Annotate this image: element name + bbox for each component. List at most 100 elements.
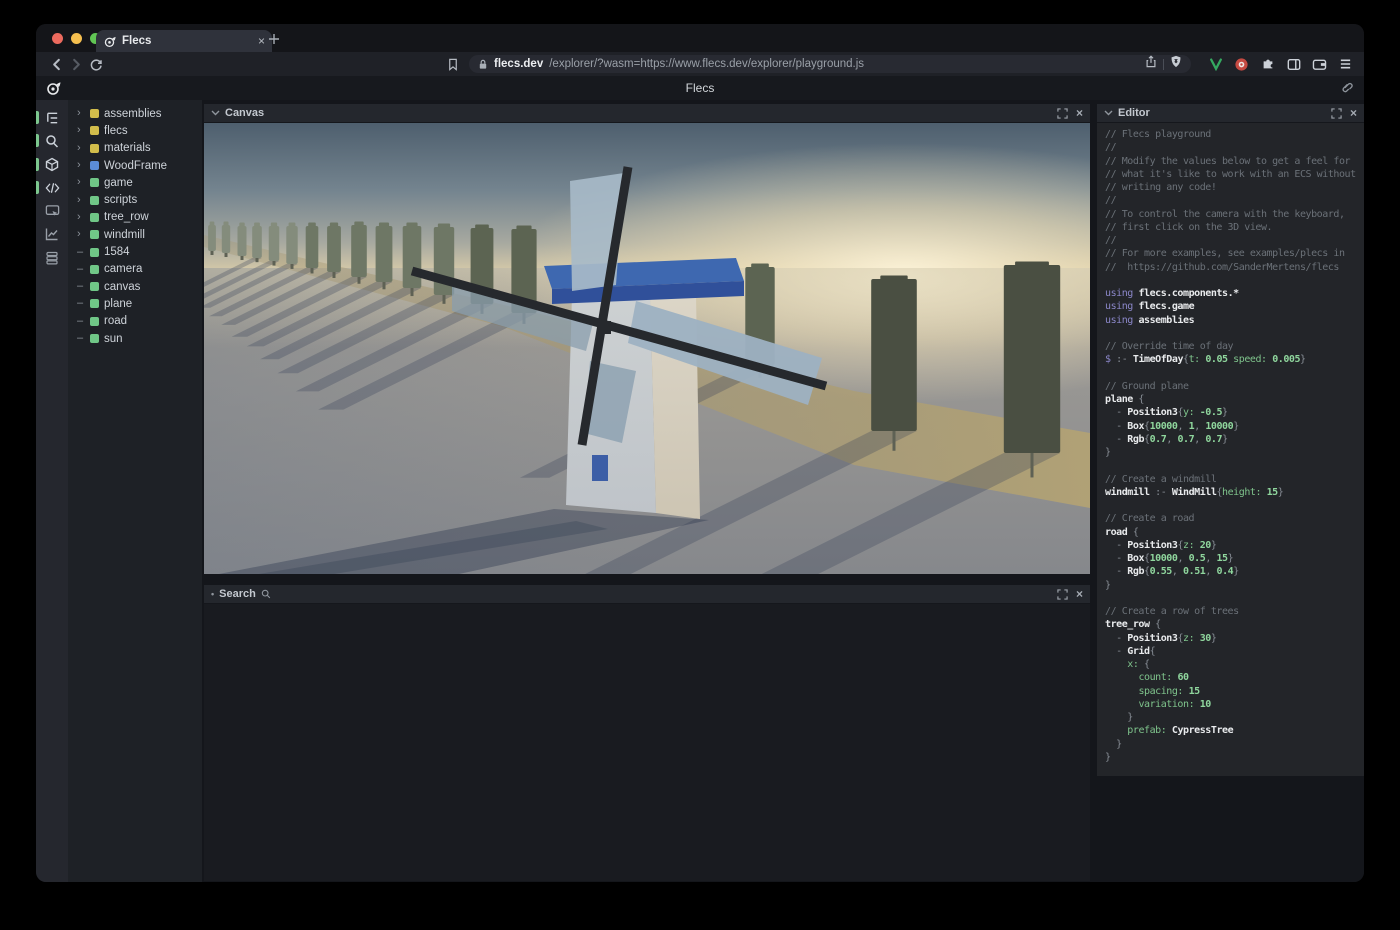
code-line: // writing any code! xyxy=(1105,181,1364,194)
leaf-dash-icon: – xyxy=(77,316,85,327)
sidebar-item-inspector[interactable] xyxy=(36,203,68,220)
leaf-dash-icon: – xyxy=(77,298,85,309)
tree-item-plane[interactable]: –plane xyxy=(68,295,202,312)
close-icon[interactable]: × xyxy=(1350,107,1357,119)
puzzle-icon xyxy=(1261,57,1275,71)
search-panel-title: Search xyxy=(219,588,256,600)
side-panel-button[interactable] xyxy=(1285,56,1302,73)
code-line: plane { xyxy=(1105,393,1364,406)
lock-icon xyxy=(478,59,488,70)
code-line: } xyxy=(1105,579,1364,592)
tab-strip: Flecs × xyxy=(36,24,1364,52)
sidebar-item-statistics[interactable] xyxy=(36,226,68,243)
wallet-button[interactable] xyxy=(1311,56,1328,73)
tree-item-flecs[interactable]: ›flecs xyxy=(68,122,202,139)
brave-shield-icon xyxy=(1170,55,1182,68)
tree-item-scripts[interactable]: ›scripts xyxy=(68,191,202,208)
canvas-panel-title: Canvas xyxy=(225,107,264,119)
editor-panel-header[interactable]: Editor × xyxy=(1097,104,1364,123)
line-chart-icon xyxy=(45,227,59,241)
tree-item-assemblies[interactable]: ›assemblies xyxy=(68,105,202,122)
vimium-v-icon xyxy=(1209,57,1223,71)
plus-icon xyxy=(268,33,280,45)
tree-item-1584[interactable]: –1584 xyxy=(68,243,202,260)
expand-chevron-icon[interactable]: › xyxy=(77,160,85,171)
extension-buttons xyxy=(1207,56,1354,73)
bookmarks-button[interactable] xyxy=(443,54,463,74)
forward-button[interactable] xyxy=(66,54,86,74)
code-line: // To control the camera with the keyboa… xyxy=(1105,208,1364,221)
fullscreen-icon[interactable] xyxy=(1057,589,1068,600)
code-line: variation: 10 xyxy=(1105,698,1364,711)
expand-chevron-icon[interactable]: › xyxy=(77,195,85,206)
sidebar-item-search[interactable] xyxy=(36,132,68,149)
expand-chevron-icon[interactable]: › xyxy=(77,177,85,188)
vimium-extension-button[interactable] xyxy=(1207,56,1224,73)
code-line xyxy=(1105,592,1364,605)
search-panel-header[interactable]: • Search × xyxy=(204,585,1090,604)
tab-close-icon[interactable]: × xyxy=(258,35,265,47)
entity-color-swatch xyxy=(90,230,99,239)
code-line: using flecs.components.* xyxy=(1105,287,1364,300)
code-line: // first click on the 3D view. xyxy=(1105,221,1364,234)
share-link-button[interactable] xyxy=(1341,81,1354,99)
tree-item-tree_row[interactable]: ›tree_row xyxy=(68,209,202,226)
entity-color-swatch xyxy=(90,144,99,153)
canvas-panel-header[interactable]: Canvas × xyxy=(204,104,1090,123)
share-button[interactable] xyxy=(1145,55,1157,73)
menu-button[interactable] xyxy=(1337,56,1354,73)
close-window-button[interactable] xyxy=(52,33,63,44)
tree-item-canvas[interactable]: –canvas xyxy=(68,278,202,295)
brave-shield-button[interactable] xyxy=(1170,55,1182,73)
back-arrow-icon xyxy=(50,58,63,71)
traffic-lights xyxy=(52,33,101,44)
url-path: /explorer/?wasm=https://www.flecs.dev/ex… xyxy=(549,58,1139,70)
divider xyxy=(1163,59,1164,70)
tree-item-road[interactable]: –road xyxy=(68,313,202,330)
browser-tab-flecs[interactable]: Flecs × xyxy=(96,30,272,52)
tree-item-game[interactable]: ›game xyxy=(68,174,202,191)
extensions-button[interactable] xyxy=(1259,56,1276,73)
sidebar-item-scene[interactable] xyxy=(36,156,68,173)
expand-chevron-icon[interactable]: › xyxy=(77,212,85,223)
code-line: // xyxy=(1105,194,1364,207)
minimize-window-button[interactable] xyxy=(71,33,82,44)
tree-item-sun[interactable]: –sun xyxy=(68,330,202,347)
back-button[interactable] xyxy=(46,54,66,74)
tree-item-materials[interactable]: › materials xyxy=(68,140,202,157)
expand-chevron-icon[interactable]: › xyxy=(77,125,85,136)
search-panel-body[interactable] xyxy=(204,604,1090,881)
code-line: // Create a road xyxy=(1105,512,1364,525)
canvas-3d-view[interactable] xyxy=(204,123,1090,574)
fullscreen-icon[interactable] xyxy=(1057,108,1068,119)
code-line: // what it's like to work with an ECS wi… xyxy=(1105,168,1364,181)
close-icon[interactable]: × xyxy=(1076,588,1083,600)
code-editor[interactable]: // Flecs playground//// Modify the value… xyxy=(1097,123,1364,776)
tree-item-WoodFrame[interactable]: › WoodFrame xyxy=(68,157,202,174)
code-line: count: 60 xyxy=(1105,671,1364,684)
entity-color-swatch xyxy=(90,196,99,205)
close-icon[interactable]: × xyxy=(1076,107,1083,119)
address-bar[interactable]: flecs.dev/explorer/?wasm=https://www.fle… xyxy=(469,55,1191,73)
entity-color-swatch xyxy=(90,109,99,118)
flecs-logo-icon xyxy=(45,80,61,101)
sidebar-item-code[interactable] xyxy=(36,179,68,196)
tree-item-label: materials xyxy=(104,142,151,154)
code-line: - Box{10000, 1, 10000} xyxy=(1105,420,1364,433)
new-tab-button[interactable] xyxy=(268,32,280,50)
share-icon xyxy=(1145,55,1157,68)
expand-chevron-icon[interactable]: › xyxy=(77,229,85,240)
code-line: - Rgb{0.7, 0.7, 0.7} xyxy=(1105,433,1364,446)
sidebar-item-entity-tree[interactable] xyxy=(36,109,68,126)
reload-button[interactable] xyxy=(86,54,106,74)
tree-item-label: WoodFrame xyxy=(104,160,167,172)
tree-item-windmill[interactable]: ›windmill xyxy=(68,226,202,243)
entity-color-swatch xyxy=(90,248,99,257)
expand-chevron-icon[interactable]: › xyxy=(77,108,85,119)
expand-chevron-icon[interactable]: › xyxy=(77,143,85,154)
recorder-extension-button[interactable] xyxy=(1233,56,1250,73)
tree-item-camera[interactable]: –camera xyxy=(68,261,202,278)
fullscreen-icon[interactable] xyxy=(1331,108,1342,119)
sidebar-item-logs[interactable] xyxy=(36,249,68,266)
3d-scene xyxy=(204,123,1090,574)
